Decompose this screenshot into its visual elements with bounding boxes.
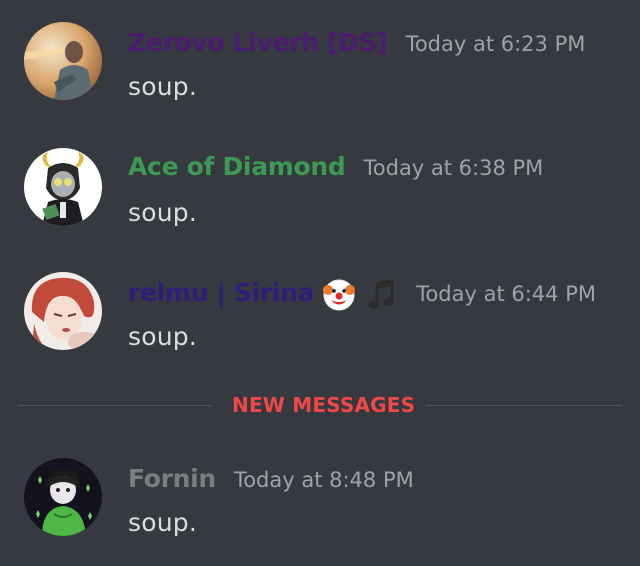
username[interactable]: Fornin [128,464,216,493]
avatar[interactable] [24,22,102,100]
username[interactable]: Zerovo Liverh [DS] [128,28,388,57]
divider-line [426,405,622,406]
message-content: soup. [128,198,197,227]
new-messages-label: NEW MESSAGES [232,393,416,417]
username[interactable]: relmu | Sirina [128,278,314,307]
chat-messages: Zerovo Liverh [DS] Today at 6:23 PM soup… [0,0,640,566]
avatar[interactable] [24,272,102,350]
avatar[interactable] [24,148,102,226]
message-content: soup. [128,72,197,101]
musical-note-icon [364,278,398,316]
timestamp: Today at 8:48 PM [233,468,414,492]
divider-line [18,405,212,406]
username[interactable]: Ace of Diamond [128,152,346,181]
timestamp: Today at 6:23 PM [405,32,586,56]
avatar[interactable] [24,458,102,536]
timestamp: Today at 6:38 PM [363,156,544,180]
new-messages-divider: NEW MESSAGES [18,393,622,417]
message-content: soup. [128,508,197,537]
message-content: soup. [128,322,197,351]
timestamp: Today at 6:44 PM [416,282,596,306]
clown-face-icon [322,278,356,316]
